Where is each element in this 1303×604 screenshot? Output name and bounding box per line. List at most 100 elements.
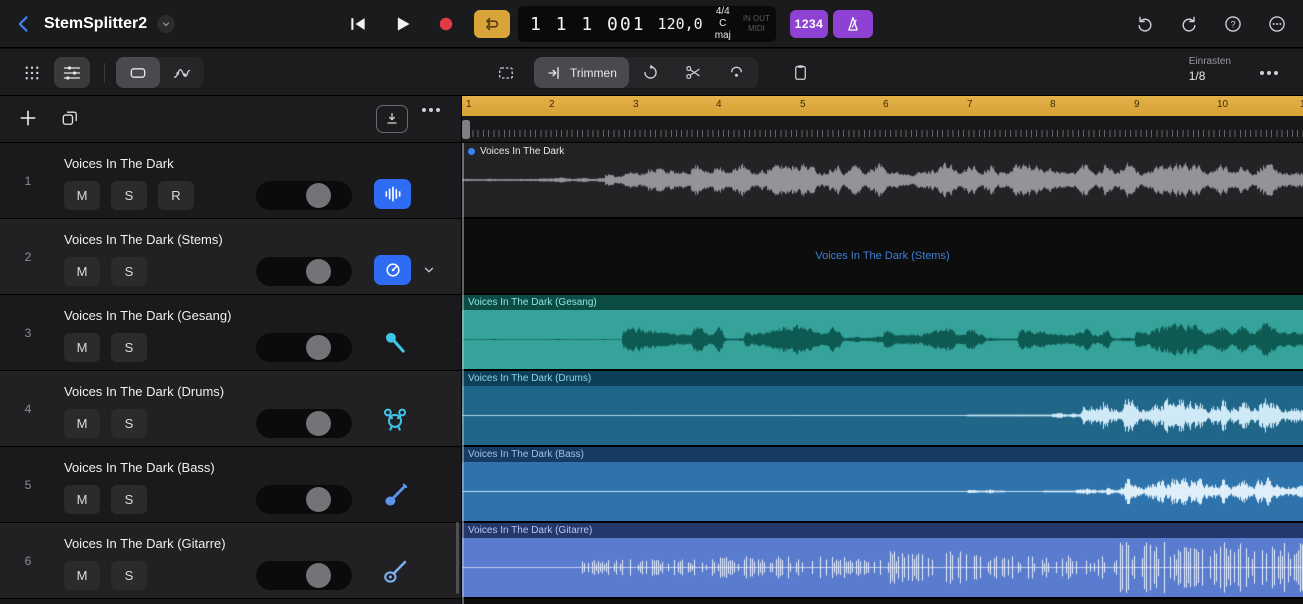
toolbar-divider — [104, 63, 105, 83]
volume-knob[interactable] — [306, 411, 331, 436]
volume-slider[interactable] — [256, 333, 352, 362]
drum-kit-icon — [380, 402, 410, 436]
count-in-button[interactable]: 1234 — [790, 10, 828, 38]
more-options-icon[interactable] — [1251, 57, 1287, 88]
snap-setting[interactable]: Einrasten 1/8 — [1189, 56, 1231, 83]
track-lane-6: Voices In The Dark (Gitarre) — [462, 523, 1303, 599]
volume-knob[interactable] — [306, 563, 331, 588]
audio-region[interactable]: Voices In The Dark (Bass) — [462, 447, 1303, 521]
solo-button[interactable]: S — [111, 409, 147, 438]
volume-slider[interactable] — [256, 485, 352, 514]
track-name: Voices In The Dark (Gitarre) — [64, 536, 226, 551]
bar-number: 5 — [800, 99, 806, 110]
lcd-position: 1 1 1 001 — [530, 14, 646, 35]
record-enable-button[interactable]: R — [158, 181, 194, 210]
settings-icon[interactable] — [1267, 14, 1287, 34]
logic-pro-window: StemSplitter2 1 1 1 001 120,0 4/4 C maj — [0, 0, 1303, 604]
stems-stack-icon[interactable] — [374, 255, 411, 285]
mute-button[interactable]: M — [64, 257, 100, 286]
volume-knob[interactable] — [306, 259, 331, 284]
solo-button[interactable]: S — [111, 257, 147, 286]
tracks-view-icon[interactable] — [54, 57, 90, 88]
track-more-icon[interactable] — [422, 108, 440, 112]
help-icon[interactable]: ? — [1223, 14, 1243, 34]
cycle-button[interactable] — [474, 10, 510, 38]
svg-text:?: ? — [1230, 19, 1235, 29]
marquee-tool-icon[interactable] — [488, 57, 524, 88]
playhead[interactable] — [462, 143, 464, 604]
mute-button[interactable]: M — [64, 485, 100, 514]
track-header-2[interactable]: 2 Voices In The Dark (Stems) M S — [0, 219, 461, 295]
volume-slider[interactable] — [256, 181, 352, 210]
track-number: 1 — [0, 143, 56, 219]
cycle-range[interactable]: 1 2 3 4 5 6 7 8 9 10 11 — [462, 96, 1303, 116]
solo-button[interactable]: S — [111, 333, 147, 362]
track-lane-4: Voices In The Dark (Drums) — [462, 371, 1303, 447]
bar-number: 2 — [549, 99, 555, 110]
metronome-button[interactable] — [833, 10, 873, 38]
join-tool-icon[interactable] — [715, 57, 758, 88]
track-header-4[interactable]: 4 Voices In The Dark (Drums) M S — [0, 371, 461, 447]
track-header-3[interactable]: 3 Voices In The Dark (Gesang) M S — [0, 295, 461, 371]
volume-knob[interactable] — [306, 487, 331, 512]
undo-icon[interactable] — [1135, 14, 1155, 34]
bass-guitar-icon — [380, 478, 410, 512]
lcd-tempo: 120,0 — [658, 15, 703, 33]
bar-number: 6 — [883, 99, 889, 110]
audio-region[interactable]: Voices In The Dark (Gesang) — [462, 295, 1303, 369]
paste-icon[interactable] — [782, 57, 818, 88]
audio-region[interactable]: Voices In The Dark (Gitarre) — [462, 523, 1303, 597]
add-track-icon[interactable] — [18, 108, 38, 128]
audio-waveform-icon[interactable] — [374, 179, 411, 209]
track-header-6[interactable]: 6 Voices In The Dark (Gitarre) M S — [0, 523, 461, 599]
collapse-track-headers-icon[interactable] — [376, 105, 408, 133]
mute-button[interactable]: M — [64, 561, 100, 590]
snap-label: Einrasten — [1189, 56, 1231, 67]
duplicate-track-icon[interactable] — [60, 108, 80, 128]
trim-tool-button[interactable]: Trimmen — [534, 57, 629, 88]
automation-view-icon[interactable] — [160, 57, 204, 88]
playhead-handle[interactable] — [462, 120, 470, 139]
region-label: Voices In The Dark (Gitarre) — [462, 523, 1303, 538]
track-header-5[interactable]: 5 Voices In The Dark (Bass) M S — [0, 447, 461, 523]
rewind-icon[interactable] — [346, 13, 370, 35]
track-number: 5 — [0, 447, 56, 523]
scrollbar[interactable] — [456, 522, 459, 594]
track-lane-3: Voices In The Dark (Gesang) — [462, 295, 1303, 371]
volume-knob[interactable] — [306, 183, 331, 208]
view-mode-pill — [116, 57, 204, 88]
volume-slider[interactable] — [256, 257, 352, 286]
microphone-icon — [380, 326, 410, 360]
track-lane-5: Voices In The Dark (Bass) — [462, 447, 1303, 523]
loop-tool-icon[interactable] — [629, 57, 672, 88]
region-label: Voices In The Dark — [468, 146, 564, 157]
bar-number: 9 — [1134, 99, 1140, 110]
mute-button[interactable]: M — [64, 409, 100, 438]
solo-button[interactable]: S — [111, 485, 147, 514]
expand-stack-chevron-icon[interactable] — [420, 263, 438, 282]
audio-region[interactable]: Voices In The Dark (Drums) — [462, 371, 1303, 445]
track-number: 6 — [0, 523, 56, 599]
solo-button[interactable]: S — [111, 181, 147, 210]
volume-slider[interactable] — [256, 561, 352, 590]
audio-region[interactable]: Voices In The Dark — [462, 143, 1303, 217]
regions-view-icon[interactable] — [116, 57, 160, 88]
browser-icon[interactable] — [14, 57, 50, 88]
volume-slider[interactable] — [256, 409, 352, 438]
volume-knob[interactable] — [306, 335, 331, 360]
mute-button[interactable]: M — [64, 181, 100, 210]
stems-placeholder-label: Voices In The Dark (Stems) — [462, 219, 1303, 293]
bar-ruler[interactable]: 1 2 3 4 5 6 7 8 9 10 11 — [462, 96, 1303, 143]
back-icon[interactable] — [14, 14, 34, 34]
solo-button[interactable]: S — [111, 561, 147, 590]
play-icon[interactable] — [390, 13, 414, 35]
bar-number: 7 — [967, 99, 973, 110]
trim-tool-label: Trimmen — [570, 66, 617, 80]
split-tool-icon[interactable] — [672, 57, 715, 88]
record-icon[interactable] — [434, 13, 458, 35]
redo-icon[interactable] — [1179, 14, 1199, 34]
lcd-display[interactable]: 1 1 1 001 120,0 4/4 C maj IN OUT MIDI — [518, 6, 776, 42]
project-menu-chevron-icon[interactable] — [157, 15, 175, 33]
track-header-1[interactable]: 1 Voices In The Dark M S R — [0, 143, 461, 219]
mute-button[interactable]: M — [64, 333, 100, 362]
